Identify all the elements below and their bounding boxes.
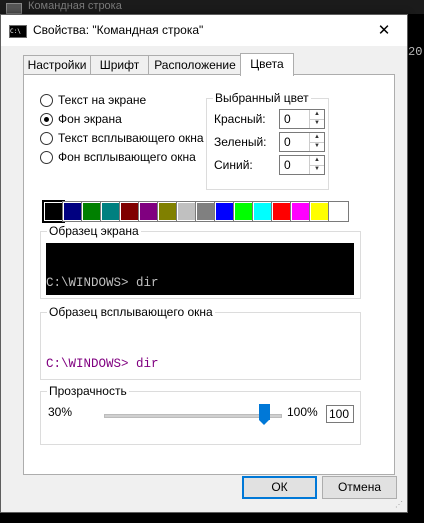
screen-sample-title: Образец экрана xyxy=(47,224,141,238)
console-line-right: 20 xyxy=(408,45,423,59)
sample-prompt: C:\WINDOWS> dir xyxy=(46,276,159,290)
radio-label: Фон экрана xyxy=(58,112,122,126)
radio-circle xyxy=(40,94,53,107)
spin-down-icon[interactable]: ▼ xyxy=(310,119,324,128)
selected-color-group: Выбранный цвет Красный: 0 ▲ ▼ Зеленый: 0 … xyxy=(206,91,329,190)
blue-value: 0 xyxy=(284,158,291,172)
popup-sample-preview: C:\WINDOWS> dir SYSTEM<DIR>10-01-995:00S… xyxy=(46,324,354,376)
green-label: Зеленый: xyxy=(214,135,267,149)
sample-prompt: C:\WINDOWS> dir xyxy=(46,357,159,371)
colors-panel: Текст на экране Фон экрана Текст всплыва… xyxy=(23,74,395,475)
color-swatch[interactable] xyxy=(328,201,349,222)
color-swatch[interactable] xyxy=(81,201,102,222)
radio-label: Текст на экране xyxy=(58,93,147,107)
red-label: Красный: xyxy=(214,112,266,126)
color-swatch[interactable] xyxy=(138,201,159,222)
radio-circle xyxy=(40,113,53,126)
cancel-button[interactable]: Отмена xyxy=(322,476,397,499)
console-icon xyxy=(6,3,22,14)
green-spinner[interactable]: 0 ▲ ▼ xyxy=(279,132,325,152)
color-swatch[interactable] xyxy=(176,201,197,222)
radio-label: Текст всплывающего окна xyxy=(58,131,204,145)
color-swatch[interactable] xyxy=(119,201,140,222)
ok-button[interactable]: ОК xyxy=(242,476,317,499)
opacity-group: Прозрачность 30% 100% 100 xyxy=(40,384,361,445)
color-swatch[interactable] xyxy=(271,201,292,222)
background-console-titlebar: Командная строка xyxy=(0,0,424,14)
red-value: 0 xyxy=(284,112,291,126)
opacity-min-label: 30% xyxy=(48,405,73,419)
color-swatch[interactable] xyxy=(252,201,273,222)
opacity-max-label: 100% xyxy=(287,405,318,419)
console-icon: C:\ xyxy=(9,25,27,38)
opacity-title: Прозрачность xyxy=(47,384,129,398)
blue-spinner[interactable]: 0 ▲ ▼ xyxy=(279,155,325,175)
radio-circle xyxy=(40,151,53,164)
opacity-slider-track[interactable] xyxy=(104,414,282,418)
opacity-slider-thumb[interactable] xyxy=(259,404,270,425)
color-swatch[interactable] xyxy=(233,201,254,222)
radio-circle xyxy=(40,132,53,145)
popup-sample-title: Образец всплывающего окна xyxy=(47,305,215,319)
color-swatch[interactable] xyxy=(195,201,216,222)
tab-layout[interactable]: Расположение xyxy=(148,55,242,75)
tab-settings[interactable]: Настройки xyxy=(23,55,91,75)
color-swatch[interactable] xyxy=(309,201,330,222)
color-swatch[interactable] xyxy=(157,201,178,222)
blue-label: Синий: xyxy=(214,158,253,172)
color-swatch[interactable] xyxy=(290,201,311,222)
background-window-title: Командная строка xyxy=(28,0,122,12)
spin-down-icon[interactable]: ▼ xyxy=(310,165,324,174)
dialog-titlebar[interactable]: C:\ Свойства: "Командная строка" ✕ xyxy=(1,15,407,46)
tab-font[interactable]: Шрифт xyxy=(90,55,149,75)
tab-colors[interactable]: Цвета xyxy=(240,53,294,76)
color-swatch[interactable] xyxy=(42,200,65,223)
spin-down-icon[interactable]: ▼ xyxy=(310,142,324,151)
red-spinner[interactable]: 0 ▲ ▼ xyxy=(279,109,325,129)
dialog-title: Свойства: "Командная строка" xyxy=(33,23,204,37)
popup-sample-group: Образец всплывающего окна C:\WINDOWS> di… xyxy=(40,305,361,380)
opacity-value-field[interactable]: 100 xyxy=(326,405,354,423)
resize-grip-icon[interactable]: ⋰ xyxy=(395,500,405,510)
selected-color-title: Выбранный цвет xyxy=(213,91,311,105)
screen-sample-preview: C:\WINDOWS> dir SYSTEM<DIR>10-01-995:00S… xyxy=(46,243,354,295)
screen-sample-group: Образец экрана C:\WINDOWS> dir SYSTEM<DI… xyxy=(40,224,361,299)
close-button[interactable]: ✕ xyxy=(361,15,407,46)
color-swatch[interactable] xyxy=(62,201,83,222)
color-swatch[interactable] xyxy=(214,201,235,222)
properties-dialog: C:\ Свойства: "Командная строка" ✕ Настр… xyxy=(0,14,408,513)
color-swatch[interactable] xyxy=(100,201,121,222)
green-value: 0 xyxy=(284,135,291,149)
radio-label: Фон всплывающего окна xyxy=(58,150,196,164)
